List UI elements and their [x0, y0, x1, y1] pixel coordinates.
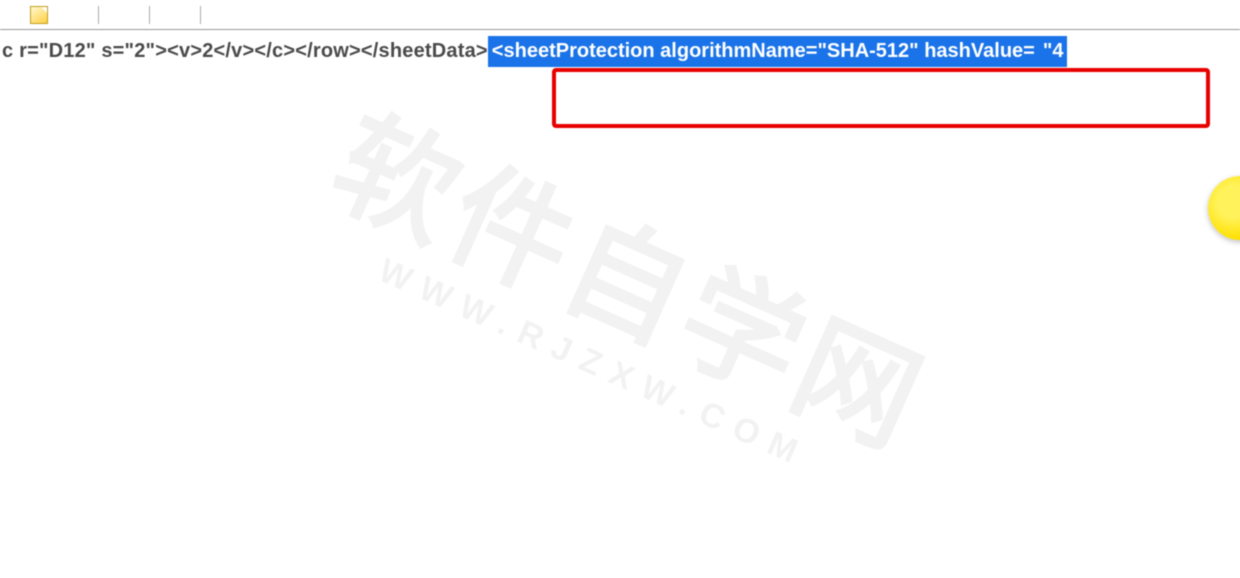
xml-selected-text[interactable]: <sheetProtection algorithmName="SHA-512"… — [488, 36, 1039, 67]
cursor-highlight-icon — [1208, 176, 1240, 240]
toolbar-sep-2 — [149, 6, 150, 24]
editor-area[interactable]: 软件自学网 WWW.RJZXW.COM c r="D12" s="2"><v>2… — [0, 30, 1240, 578]
toolbar-sep-1 — [98, 6, 99, 24]
xml-tail-text[interactable]: "4 — [1039, 36, 1068, 67]
xml-plain-text[interactable]: c r="D12" s="2"><v>2</v></c></row></shee… — [2, 38, 488, 65]
watermark-sub: WWW.RJZXW.COM — [299, 220, 888, 507]
toolbar — [0, 0, 1240, 30]
toolbar-sep-3 — [200, 6, 201, 24]
highlight-rectangle — [552, 68, 1210, 128]
watermark-main: 软件自学网 — [317, 101, 941, 467]
watermark: 软件自学网 WWW.RJZXW.COM — [299, 101, 941, 507]
code-line[interactable]: c r="D12" s="2"><v>2</v></c></row></shee… — [2, 36, 1240, 67]
notepad-icon[interactable] — [30, 6, 48, 24]
